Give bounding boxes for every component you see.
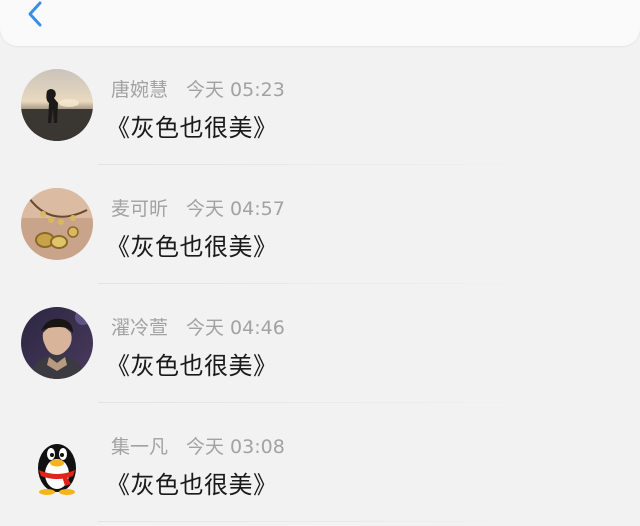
timestamp: 今天 03:08 [186,435,285,458]
chevron-left-icon [28,1,42,27]
comment-meta: 濯冷萱 今天 04:46 [111,313,285,340]
comment-item[interactable]: 集一凡 今天 03:08 《灰色也很美》 [0,403,640,522]
comment-text: 《灰色也很美》 [106,233,278,261]
username[interactable]: 唐婉慧 [111,75,168,102]
jewelry-avatar[interactable] [21,188,93,260]
comment-item[interactable]: 唐婉慧 今天 05:23 《灰色也很美》 [0,46,640,165]
divider [98,521,538,522]
comment-meta: 麦可昕 今天 04:57 [111,194,285,221]
back-button[interactable] [20,0,50,30]
username[interactable]: 濯冷萱 [111,313,168,340]
comment-item[interactable]: 濯冷萱 今天 04:46 《灰色也很美》 [0,284,640,403]
comment-text: 《灰色也很美》 [106,114,278,142]
timestamp: 今天 04:57 [186,197,285,220]
top-nav-bar [0,0,640,46]
username[interactable]: 集一凡 [111,432,168,459]
comment-meta: 集一凡 今天 03:08 [111,432,285,459]
comment-text: 《灰色也很美》 [106,471,278,499]
comment-list: 唐婉慧 今天 05:23 《灰色也很美》 麦可昕 今天 04:57 《灰色也很美… [0,46,640,522]
comment-item[interactable]: 麦可昕 今天 04:57 《灰色也很美》 [0,165,640,284]
timestamp: 今天 04:46 [186,316,285,339]
comment-text: 《灰色也很美》 [106,352,278,380]
qq-penguin-avatar[interactable] [21,426,93,498]
comment-meta: 唐婉慧 今天 05:23 [111,75,285,102]
sunset-silhouette-avatar[interactable] [21,69,93,141]
username[interactable]: 麦可昕 [111,194,168,221]
portrait-avatar[interactable] [21,307,93,379]
timestamp: 今天 05:23 [186,78,285,101]
